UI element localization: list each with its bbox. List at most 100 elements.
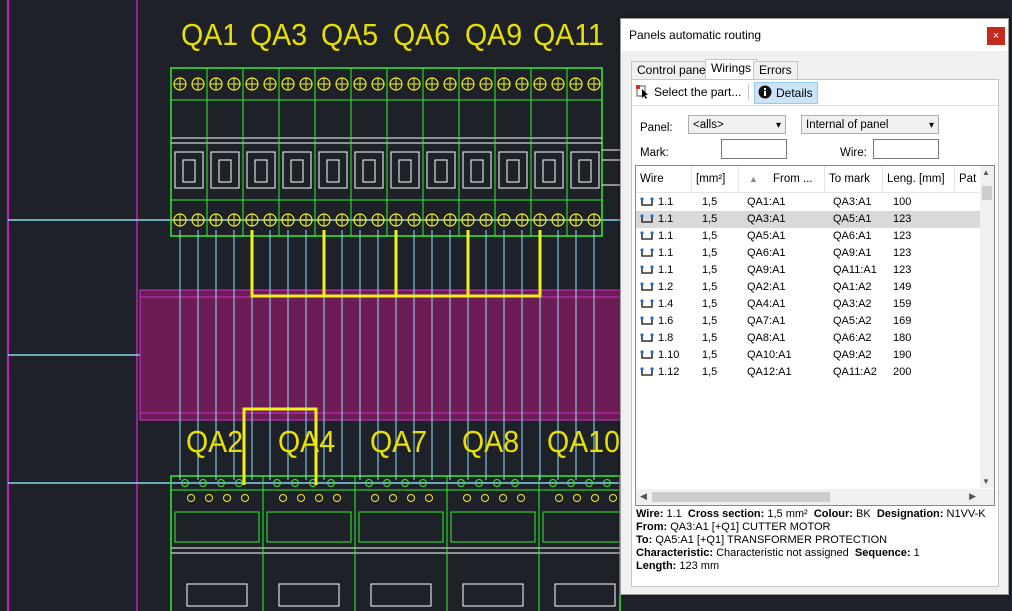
- column-header-wire[interactable]: Wire: [636, 166, 692, 192]
- table-header: Wire [mm²] ▲ From ... To mark Leng. [mm]…: [636, 166, 980, 193]
- tab-errors[interactable]: Errors: [753, 61, 798, 79]
- cell-section: 1,5: [702, 281, 718, 293]
- length-value: 123 mm: [679, 560, 720, 572]
- scroll-down-icon[interactable]: ▼: [982, 477, 990, 486]
- scroll-left-icon[interactable]: ◀: [640, 491, 647, 502]
- table-row[interactable]: 1.1 1,5 QA9:A1 QA11:A1 123: [636, 262, 980, 279]
- cad-label-qa7: QA7: [370, 424, 428, 459]
- sequence-value: 1: [913, 547, 920, 559]
- cell-from: QA7:A1: [747, 315, 786, 327]
- cad-label-qa5: QA5: [321, 17, 379, 52]
- table-row[interactable]: 1.1 1,5 QA5:A1 QA6:A1 123: [636, 228, 980, 245]
- dialog-title: Panels automatic routing: [629, 28, 762, 42]
- wire-icon: [640, 316, 654, 325]
- wire-detail-label: Wire:: [636, 508, 664, 520]
- scope-select[interactable]: Internal of panel ▾: [801, 115, 939, 134]
- cell-wire: 1.1: [658, 264, 674, 276]
- table-row[interactable]: 1.12 1,5 QA12:A1 QA11:A2 200: [636, 364, 980, 381]
- table-row[interactable]: 1.2 1,5 QA2:A1 QA1:A2 149: [636, 279, 980, 296]
- column-header-section[interactable]: [mm²]: [692, 166, 739, 192]
- details-line-to: To: QA5:A1 [+Q1] TRANSFORMER PROTECTION: [636, 534, 996, 547]
- cad-label-qa11: QA11: [533, 17, 604, 52]
- cell-from: QA3:A1: [747, 213, 786, 225]
- cell-to: QA9:A2: [833, 349, 872, 361]
- column-header-path[interactable]: Pat: [955, 166, 980, 192]
- tab-wirings[interactable]: Wirings: [705, 59, 758, 80]
- to-value: QA5:A1 [+Q1] TRANSFORMER PROTECTION: [655, 534, 888, 546]
- panels-routing-dialog: Panels automatic routing × Control panel…: [620, 18, 1009, 595]
- cell-section: 1,5: [702, 247, 718, 259]
- from-value: QA3:A1 [+Q1] CUTTER MOTOR: [670, 521, 831, 533]
- wire-icon: [640, 282, 654, 291]
- table-row[interactable]: 1.6 1,5 QA7:A1 QA5:A2 169: [636, 313, 980, 330]
- vertical-scroll-thumb[interactable]: [982, 186, 992, 200]
- panel-label: Panel:: [640, 122, 673, 134]
- cell-section: 1,5: [702, 349, 718, 361]
- cell-from: QA1:A1: [747, 196, 786, 208]
- scroll-right-icon[interactable]: ▶: [969, 491, 976, 502]
- wire-icon: [640, 248, 654, 257]
- table-row[interactable]: 1.1 1,5 QA1:A1 QA3:A1 100: [636, 194, 980, 211]
- horizontal-scrollbar[interactable]: ◀ ▶: [636, 489, 994, 505]
- cell-length: 123: [893, 213, 912, 225]
- cad-label-qa10: QA10: [547, 424, 620, 459]
- details-button[interactable]: Details: [754, 82, 818, 104]
- cad-label-qa3: QA3: [250, 17, 308, 52]
- cell-wire: 1.8: [658, 332, 674, 344]
- cell-wire: 1.12: [658, 366, 680, 378]
- cell-section: 1,5: [702, 264, 718, 276]
- wire-icon: [640, 299, 654, 308]
- table-row[interactable]: 1.8 1,5 QA8:A1 QA6:A2 180: [636, 330, 980, 347]
- cell-to: QA5:A2: [833, 315, 872, 327]
- cad-label-qa2: QA2: [186, 424, 244, 459]
- cad-label-qa8: QA8: [462, 424, 520, 459]
- horizontal-scroll-thumb[interactable]: [652, 492, 830, 502]
- chevron-down-icon: ▾: [928, 120, 934, 131]
- column-header-to[interactable]: To mark: [825, 166, 883, 192]
- table-row[interactable]: 1.1 1,5 QA6:A1 QA9:A1 123: [636, 245, 980, 262]
- details-line-characteristic: Characteristic: Characteristic not assig…: [636, 547, 996, 560]
- mark-input[interactable]: [721, 139, 787, 159]
- cell-length: 200: [893, 366, 912, 378]
- cell-from: QA9:A1: [747, 264, 786, 276]
- table-row[interactable]: 1.1 1,5 QA3:A1 QA5:A1 123: [636, 211, 980, 228]
- cell-length: 100: [893, 196, 912, 208]
- column-header-from[interactable]: ▲ From ...: [739, 166, 825, 192]
- cell-from: QA12:A1: [747, 366, 792, 378]
- cell-to: QA3:A2: [833, 298, 872, 310]
- table-row[interactable]: 1.4 1,5 QA4:A1 QA3:A2 159: [636, 296, 980, 313]
- details-pane: Wire: 1.1 Cross section: 1,5 mm² Colour:…: [636, 508, 996, 573]
- panel-select-value: <alls>: [693, 119, 724, 131]
- scroll-up-icon[interactable]: ▲: [982, 168, 990, 177]
- tab-control-panel[interactable]: Control panel: [631, 61, 715, 79]
- cell-from: QA8:A1: [747, 332, 786, 344]
- chevron-down-icon: ▾: [775, 120, 781, 131]
- vertical-scrollbar[interactable]: ▲ ▼: [980, 166, 994, 488]
- wire-icon: [640, 333, 654, 342]
- cell-to: QA5:A1: [833, 213, 872, 225]
- cell-length: 159: [893, 298, 912, 310]
- to-label: To:: [636, 534, 653, 546]
- cell-section: 1,5: [702, 196, 718, 208]
- panel-select[interactable]: <alls> ▾: [688, 115, 786, 134]
- table-row[interactable]: 1.10 1,5 QA10:A1 QA9:A2 190: [636, 347, 980, 364]
- wire-icon: [640, 197, 654, 206]
- close-button[interactable]: ×: [987, 27, 1005, 45]
- wire-input[interactable]: [873, 139, 939, 159]
- details-label: Details: [776, 86, 813, 100]
- wire-detail-value: 1.1: [666, 508, 682, 520]
- cell-section: 1,5: [702, 298, 718, 310]
- cell-wire: 1.10: [658, 349, 680, 361]
- cell-length: 123: [893, 230, 912, 242]
- dialog-titlebar[interactable]: Panels automatic routing ×: [621, 19, 1008, 51]
- cell-wire: 1.6: [658, 315, 674, 327]
- cross-section-label: Cross section:: [687, 508, 765, 520]
- details-line-from: From: QA3:A1 [+Q1] CUTTER MOTOR: [636, 521, 996, 534]
- toolbar-separator: [748, 84, 749, 100]
- sequence-label: Sequence:: [854, 547, 911, 559]
- column-header-length[interactable]: Leng. [mm]: [883, 166, 955, 192]
- toolbar: Select the part... Details: [632, 80, 998, 106]
- cell-length: 180: [893, 332, 912, 344]
- details-line-length: Length: 123 mm: [636, 560, 996, 573]
- cell-section: 1,5: [702, 230, 718, 242]
